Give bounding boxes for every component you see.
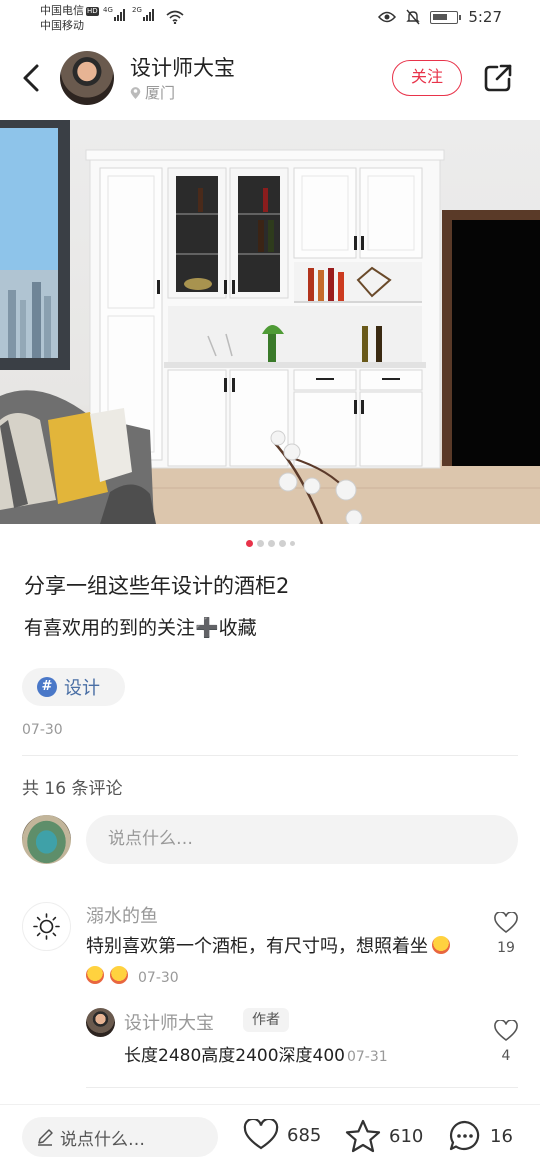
bottom-comment-input[interactable]: 说点什么… [22, 1117, 218, 1157]
pencil-icon [38, 1129, 53, 1146]
heart-icon [494, 912, 518, 934]
status-right: 5:27 [378, 8, 502, 26]
like-button[interactable]: 685 [243, 1119, 321, 1151]
carrier-2: 中国移动 [40, 19, 84, 32]
location-pin-icon [130, 86, 141, 99]
post-title: 分享一组这些年设计的酒柜2 [24, 574, 290, 598]
reply-like-button[interactable]: 4 [491, 1020, 521, 1064]
reply-body: 长度2480高度2400深度400 [124, 1046, 345, 1066]
carousel-dot[interactable] [267, 540, 275, 547]
clock: 5:27 [468, 8, 502, 26]
carousel-indicator[interactable] [0, 540, 540, 547]
author-name[interactable]: 设计师大宝 [130, 52, 235, 82]
reply-avatar[interactable] [86, 1008, 115, 1037]
comment-body: 特别喜欢第一个酒柜，有尺寸吗，想照着坐 [86, 936, 428, 957]
reply-author-name[interactable]: 设计师大宝 [124, 1009, 214, 1035]
comment-text[interactable]: 特别喜欢第一个酒柜，有尺寸吗，想照着坐 07-30 [86, 932, 478, 993]
commenter-name[interactable]: 溺水的鱼 [86, 902, 158, 928]
topic-tag[interactable]: # 设计 [22, 668, 125, 706]
hashtag-icon: # [37, 677, 57, 697]
hd-badge: HD [86, 7, 99, 16]
carousel-dot[interactable] [289, 541, 295, 546]
heart-icon [243, 1119, 279, 1150]
chat-bubble-icon [449, 1120, 480, 1151]
signal-1-label: 4G [103, 6, 113, 14]
location-label: 厦门 [145, 84, 176, 102]
bottom-action-bar: 说点什么… 685 610 16 [0, 1104, 540, 1170]
wine-cabinet-illustration [0, 120, 540, 524]
signal-icons: 4G 2G [103, 6, 154, 21]
follow-button[interactable]: 关注 [392, 60, 462, 96]
author-badge: 作者 [243, 1008, 289, 1032]
share-icon[interactable] [482, 62, 514, 94]
comment-like-button[interactable]: 19 [491, 912, 521, 956]
reply-date: 07-31 [346, 1049, 388, 1065]
divider [22, 755, 518, 756]
eye-icon [378, 11, 397, 23]
post-header: 设计师大宝 厦门 关注 [0, 44, 540, 114]
comment-like-count: 19 [497, 940, 515, 956]
signal-1-icon: 4G [103, 6, 125, 21]
comment-count: 共 16 条评论 [22, 779, 123, 799]
location: 厦门 [130, 82, 175, 103]
back-arrow-icon[interactable] [20, 62, 44, 94]
favorite-count: 610 [389, 1125, 424, 1147]
carousel-dot[interactable] [256, 540, 264, 547]
comment-button[interactable]: 16 [448, 1119, 513, 1153]
sun-icon [33, 913, 60, 940]
reply-text[interactable]: 长度2480高度2400深度400 07-31 [124, 1041, 388, 1066]
post-date: 07-30 [22, 722, 63, 738]
emoji-icon [432, 936, 450, 954]
status-bar: 中国电信 HD 中国移动 4G 2G 5:27 [0, 0, 540, 36]
post-image[interactable] [0, 120, 540, 524]
post-description: 有喜欢用的到的关注➕收藏 [24, 617, 257, 639]
emoji-icon [86, 966, 104, 984]
divider [86, 1087, 518, 1088]
favorite-button[interactable]: 610 [345, 1119, 423, 1153]
comment-input[interactable]: 说点什么… [86, 815, 518, 864]
signal-2-icon: 2G [132, 6, 154, 21]
signal-2-label: 2G [132, 6, 142, 14]
commenter-avatar[interactable] [22, 902, 71, 951]
reply-like-count: 4 [501, 1048, 511, 1064]
carousel-dot-active[interactable] [245, 540, 253, 547]
emoji-icon [110, 966, 128, 984]
carrier-info: 中国电信 HD 中国移动 [40, 3, 99, 33]
author-avatar[interactable] [60, 51, 114, 105]
comment-count-bottom: 16 [490, 1125, 513, 1147]
battery-icon [430, 10, 462, 24]
mute-bell-icon [406, 9, 421, 25]
topic-tag-label: 设计 [64, 678, 100, 699]
wifi-icon [166, 10, 184, 24]
star-icon [345, 1119, 381, 1153]
bottom-input-label: 说点什么… [60, 1129, 145, 1150]
carousel-dot[interactable] [278, 540, 286, 547]
heart-icon [494, 1020, 518, 1042]
my-avatar [22, 815, 71, 864]
like-count: 685 [287, 1124, 322, 1146]
carrier-1: 中国电信 [40, 4, 84, 17]
comment-date: 07-30 [138, 970, 179, 986]
